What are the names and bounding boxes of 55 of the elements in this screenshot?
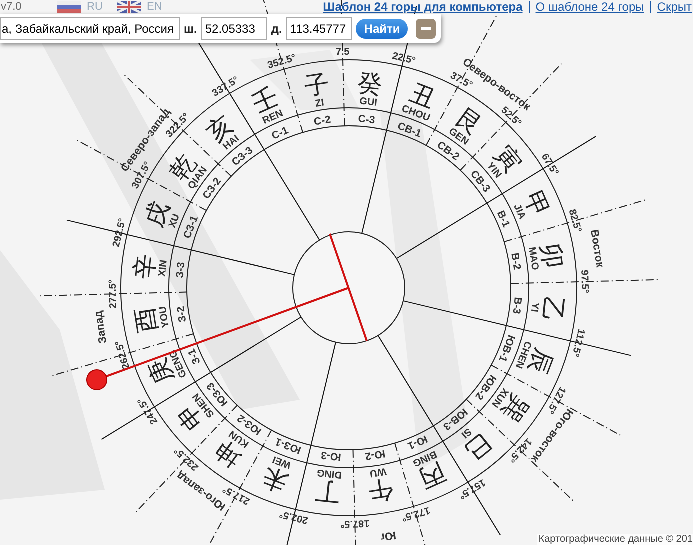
degree-label: 352.5° [266, 52, 298, 72]
map-attribution: Картографические данные © 201 [536, 534, 693, 545]
version-label: v7.0 [0, 1, 23, 13]
sector-label: Ю-1 [406, 432, 430, 452]
pinyin-label: YOU [158, 306, 172, 329]
sector-label: З-3 [174, 262, 188, 279]
direction-label: Юг [379, 528, 398, 544]
latitude-label: ш. [184, 22, 198, 36]
sector-label: СЗ-1 [181, 214, 201, 240]
latitude-field[interactable]: 52.05333 [201, 17, 268, 40]
degree-label: 187.5° [340, 518, 370, 530]
flag-icon[interactable] [57, 1, 81, 13]
sector-label: ЮВ-1 [496, 333, 518, 364]
degree-label: 97.5° [578, 270, 590, 294]
pinyin-label: XIN [157, 260, 170, 278]
sector-label: Ю-2 [364, 447, 386, 462]
direction-label: Восток [588, 228, 606, 268]
location-marker[interactable] [86, 370, 108, 390]
pinyin-label: WU [369, 465, 388, 479]
sector-label: С-2 [313, 114, 332, 128]
degree-label: 7.5 [336, 46, 350, 58]
minimize-button[interactable] [416, 18, 436, 38]
header-link[interactable]: Скрыт [657, 0, 692, 14]
direction-label: Запад [92, 310, 110, 344]
degree-label: 22.5° [391, 50, 417, 68]
longitude-label: д. [271, 22, 282, 36]
degree-label: 172.5° [400, 504, 432, 524]
pinyin-label: GUI [359, 96, 378, 109]
longitude-field[interactable]: 113.45777 [286, 17, 352, 40]
sector-label: В-3 [510, 296, 524, 315]
sector-label: С-1 [270, 124, 290, 143]
address-field[interactable]: а, Забайкальский край, Россия [0, 17, 180, 40]
degree-label: 262.5° [114, 339, 133, 370]
sector-label: Ю-3 [320, 449, 342, 464]
pinyin-label: ZI [314, 98, 326, 110]
minus-icon [421, 27, 432, 30]
sector-label: СВ-1 [396, 120, 424, 140]
sector-label: З-2 [174, 306, 190, 324]
search-button[interactable]: Найти [356, 18, 408, 38]
flag-icon[interactable] [117, 1, 141, 13]
sector-label: С-3 [358, 113, 376, 127]
degree-label: 112.5° [569, 328, 587, 358]
sector-label: З-1 [186, 347, 204, 366]
degree-label: 277.5° [108, 280, 120, 309]
sector-label: В-2 [508, 252, 524, 271]
pinyin-label: MAO [526, 246, 540, 272]
sector-label: В-1 [494, 209, 512, 230]
sector-label: ЮЗ-1 [274, 435, 304, 456]
degree-label: 202.5° [278, 508, 310, 526]
pinyin-label: YI [528, 302, 540, 313]
degree-label: 292.5° [111, 218, 129, 248]
pinyin-label: DING [316, 466, 342, 480]
degree-label: 82.5° [566, 208, 584, 234]
header-link[interactable]: Шаблон 24 горы для компьютера [323, 0, 523, 14]
header-link[interactable]: О шаблоне 24 горы [536, 0, 644, 14]
